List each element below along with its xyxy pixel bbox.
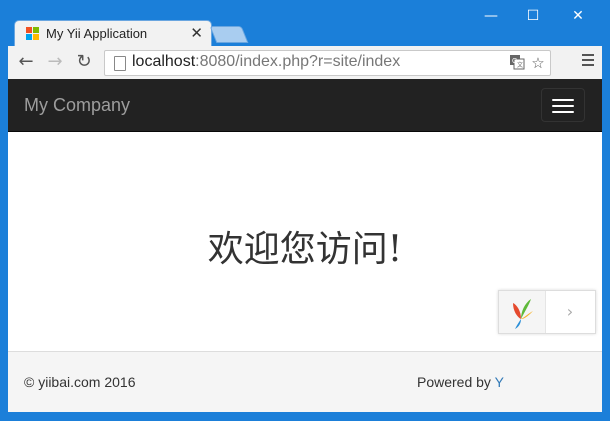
browser-tab[interactable]: My Yii Application ✕ xyxy=(14,20,212,47)
tab-close-icon[interactable]: ✕ xyxy=(190,24,203,42)
powered-by-label: Powered by xyxy=(417,374,495,390)
toolbar-expand-icon[interactable]: › xyxy=(545,291,595,333)
copyright-text: © yiibai.com 2016 xyxy=(24,374,136,390)
yii-logo-icon[interactable] xyxy=(499,291,546,333)
tab-title: My Yii Application xyxy=(46,26,148,41)
brand-link[interactable]: My Company xyxy=(24,95,130,116)
browser-toolbar: ← → ↻ localhost:8080/index.php?r=site/in… xyxy=(8,46,602,79)
url-path: :8080/index.php?r=site/index xyxy=(195,53,401,70)
yii-debug-toolbar[interactable]: › xyxy=(498,290,596,334)
welcome-heading: 欢迎您访问! xyxy=(207,229,403,271)
page-icon xyxy=(114,56,126,71)
site-navbar: My Company xyxy=(8,79,602,132)
windows-favicon-icon xyxy=(26,27,40,41)
minimize-button[interactable]: — xyxy=(476,6,506,26)
back-button[interactable]: ← xyxy=(14,50,38,74)
new-tab-button[interactable] xyxy=(209,26,249,43)
url-host: localhost xyxy=(132,53,196,70)
address-bar[interactable]: localhost:8080/index.php?r=site/index G … xyxy=(104,50,551,76)
powered-by-link[interactable]: Y xyxy=(495,374,504,390)
close-window-button[interactable]: ✕ xyxy=(563,6,593,26)
reload-button[interactable]: ↻ xyxy=(72,50,96,74)
browser-window: — ☐ ✕ My Yii Application ✕ ← → ↻ localho… xyxy=(0,0,610,421)
hamburger-menu-icon[interactable] xyxy=(541,88,585,122)
powered-by-text: Powered by Y xyxy=(417,374,504,390)
forward-button[interactable]: → xyxy=(43,50,67,74)
svg-text:文: 文 xyxy=(517,61,523,69)
maximize-button[interactable]: ☐ xyxy=(518,6,548,26)
menu-icon[interactable] xyxy=(582,54,594,68)
site-footer: © yiibai.com 2016 Powered by Y xyxy=(8,351,602,412)
page-viewport: My Company 欢迎您访问! © yiibai.com 2016 Powe… xyxy=(8,79,602,412)
translate-icon[interactable]: G 文 xyxy=(508,54,526,72)
url-text[interactable]: localhost:8080/index.php?r=site/index xyxy=(132,53,400,71)
bookmark-star-icon[interactable]: ☆ xyxy=(529,54,547,72)
